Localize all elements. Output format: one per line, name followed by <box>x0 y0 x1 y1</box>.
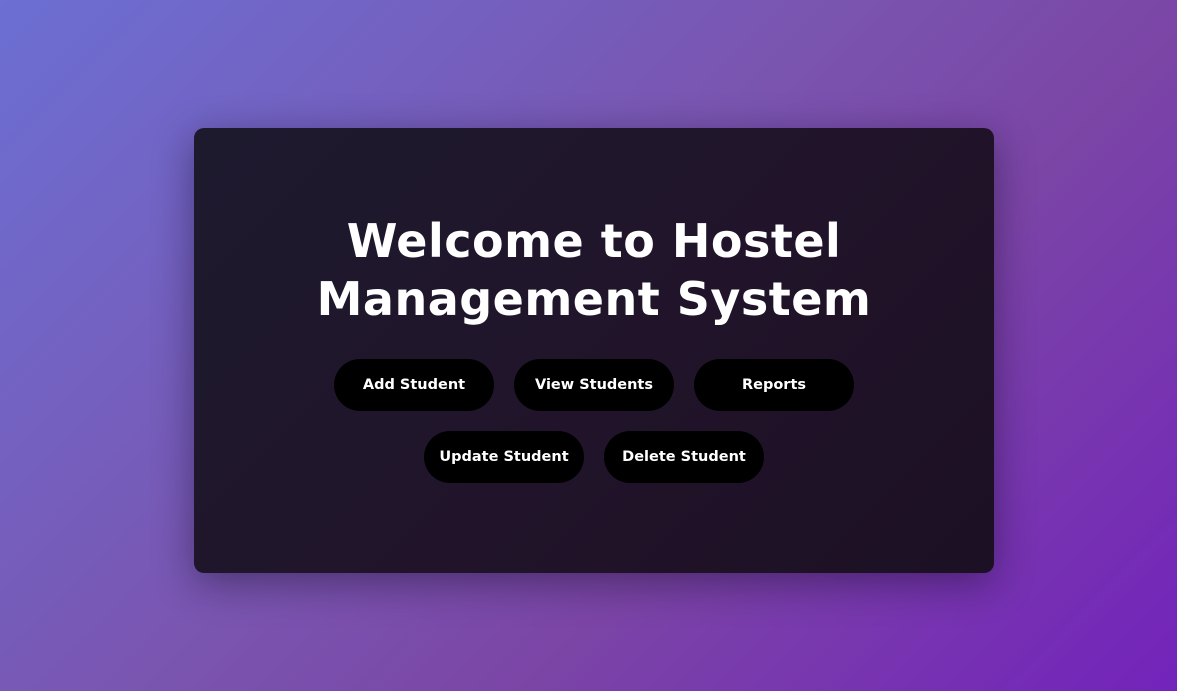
page-title: Welcome to Hostel Management System <box>194 212 994 328</box>
secondary-actions: Update Student Delete Student <box>194 431 994 483</box>
delete-student-button[interactable]: Delete Student <box>604 431 764 483</box>
reports-button[interactable]: Reports <box>694 359 854 411</box>
update-student-button[interactable]: Update Student <box>424 431 584 483</box>
primary-actions: Add Student View Students Reports <box>194 359 994 411</box>
view-students-button[interactable]: View Students <box>514 359 674 411</box>
welcome-card: Welcome to Hostel Management System Add … <box>194 128 994 573</box>
page-title-line-2: Management System <box>316 272 872 326</box>
add-student-button[interactable]: Add Student <box>334 359 494 411</box>
page-title-line-1: Welcome to Hostel <box>346 214 842 268</box>
